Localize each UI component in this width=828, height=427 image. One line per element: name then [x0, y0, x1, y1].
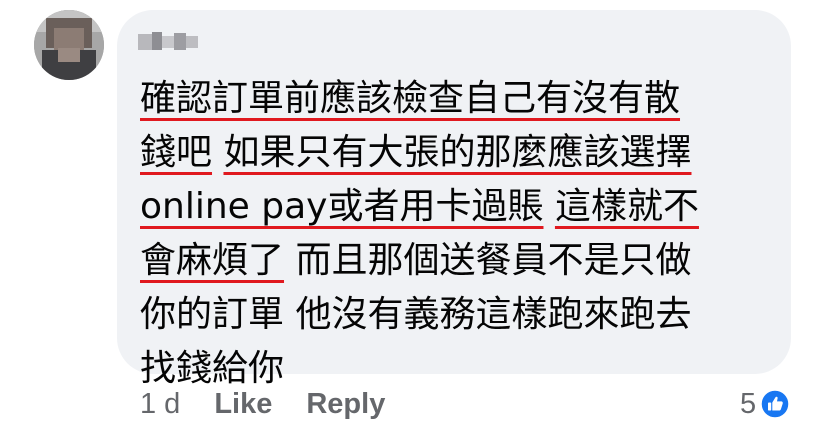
underlined-text-segment: online pay或者用卡過賬: [140, 186, 544, 227]
like-button[interactable]: Like: [214, 388, 272, 421]
comment-line: 錢吧 如果只有大張的那麼應該選擇: [140, 126, 780, 180]
comment-text: 確認訂單前應該檢查自己有沒有散 錢吧 如果只有大張的那麼應該選擇 online pa…: [140, 72, 780, 396]
reaction-summary[interactable]: 5: [740, 385, 790, 423]
text-segment: 而且那個送餐員不是只做: [284, 240, 692, 281]
reaction-count: 5: [740, 387, 757, 420]
blurred-author-name: [138, 32, 198, 50]
underlined-text-segment: 這樣就不: [554, 186, 699, 227]
comment-actions: 1 d Like Reply: [140, 384, 419, 424]
comment-line: online pay或者用卡過賬 這樣就不: [140, 180, 780, 234]
like-thumbs-up-icon: [760, 389, 790, 419]
underlined-text-segment: 如果只有大張的那麼應該選擇: [223, 132, 692, 173]
underlined-text-segment: 錢吧: [140, 132, 213, 173]
comment-line: 確認訂單前應該檢查自己有沒有散: [140, 72, 780, 126]
avatar[interactable]: [34, 10, 104, 80]
blurred-avatar-image: [34, 10, 104, 80]
underlined-text-segment: 確認訂單前應該檢查自己有沒有散: [140, 78, 681, 119]
comment-timestamp[interactable]: 1 d: [140, 388, 180, 421]
underlined-text-segment: 會麻煩了: [140, 240, 285, 281]
text-segment: [543, 186, 554, 227]
comment-line: 會麻煩了 而且那個送餐員不是只做: [140, 234, 780, 288]
text-segment: [212, 132, 223, 173]
text-segment: 你的訂單 他沒有義務這樣跑來跑去: [140, 294, 692, 335]
text-segment: 找錢給你: [140, 348, 285, 389]
comment-line: 你的訂單 他沒有義務這樣跑來跑去: [140, 288, 780, 342]
author-name-blurred[interactable]: [138, 30, 202, 54]
reply-button[interactable]: Reply: [306, 388, 385, 421]
